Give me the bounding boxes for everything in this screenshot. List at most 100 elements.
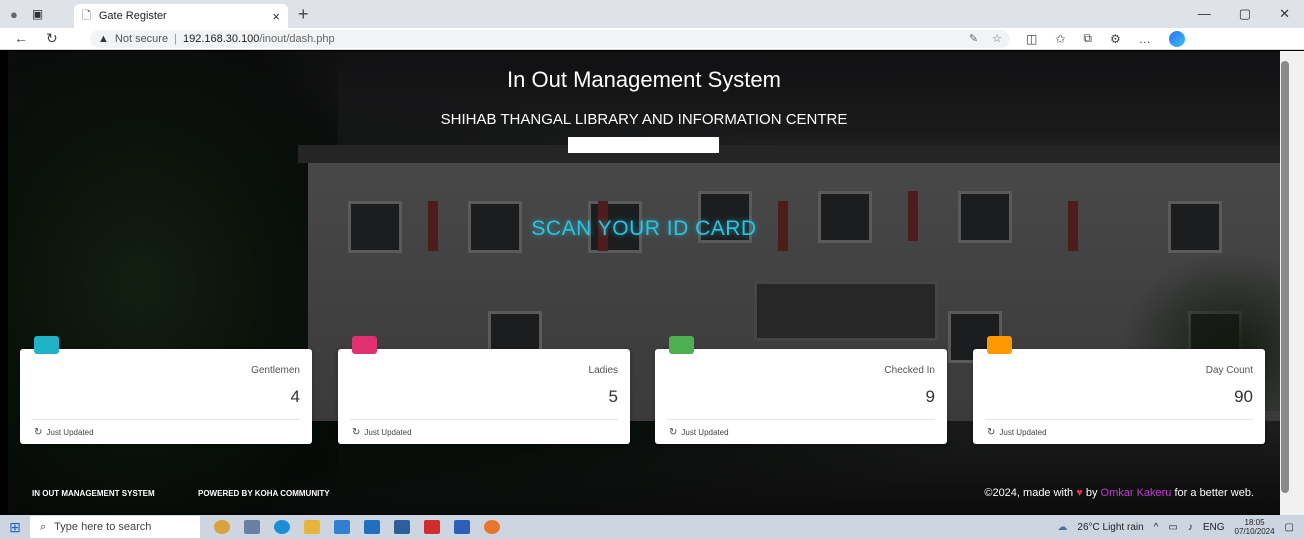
weather-text[interactable]: 26°C Light rain bbox=[1077, 522, 1143, 533]
clock-date: 07/10/2024 bbox=[1234, 527, 1275, 536]
favorite-star-icon[interactable]: ☆ bbox=[992, 32, 1002, 45]
card-color-tag bbox=[987, 336, 1012, 354]
id-card-input[interactable] bbox=[568, 137, 719, 153]
footer-link-system[interactable]: IN OUT MANAGEMENT SYSTEM bbox=[32, 489, 155, 498]
card-label: Gentlemen bbox=[251, 365, 300, 376]
card-footer: ↻ Just Updated bbox=[352, 427, 412, 438]
reader-icon[interactable] bbox=[394, 520, 410, 534]
update-icon: ↻ bbox=[352, 427, 361, 438]
page-content: In Out Management System SHIHAB THANGAL … bbox=[8, 51, 1280, 515]
copyright-suffix: for a better web. bbox=[1174, 487, 1255, 499]
card-footer-text: Just Updated bbox=[681, 428, 729, 437]
network-icon[interactable]: ▭ bbox=[1168, 522, 1177, 533]
windows-start-icon[interactable]: ⊞ bbox=[0, 515, 30, 539]
browser-toolbar: ◫ ✩ ⧉ ⚙ … bbox=[1026, 30, 1185, 47]
update-icon: ↻ bbox=[987, 427, 996, 438]
library-name: SHIHAB THANGAL LIBRARY AND INFORMATION C… bbox=[440, 111, 848, 128]
card-value: 9 bbox=[925, 387, 935, 406]
search-icon: ⌕ bbox=[40, 520, 47, 533]
widgets-icon[interactable] bbox=[214, 520, 230, 534]
favorites-icon[interactable]: ✩ bbox=[1055, 32, 1065, 46]
card-color-tag bbox=[34, 336, 59, 354]
collections-icon[interactable]: ⧉ bbox=[1083, 31, 1092, 46]
update-icon: ↻ bbox=[669, 427, 678, 438]
search-placeholder: Type here to search bbox=[54, 521, 152, 533]
clock-time: 18:05 bbox=[1244, 518, 1265, 527]
mail-icon[interactable] bbox=[364, 520, 380, 534]
footer-copyright: ©2024, made with ♥ by Omkar Kakeru for a… bbox=[984, 487, 1254, 499]
tab-title: Gate Register bbox=[98, 10, 167, 22]
nav-buttons: ← ↻ bbox=[0, 30, 90, 47]
copyright-by: by bbox=[1085, 487, 1098, 499]
card-value: 5 bbox=[608, 387, 618, 406]
copyright-prefix: ©2024, made with bbox=[984, 487, 1074, 499]
card-footer-text: Just Updated bbox=[364, 428, 412, 437]
card-footer: ↻ Just Updated bbox=[987, 427, 1047, 438]
url-separator: | bbox=[174, 32, 177, 45]
task-view-icon[interactable] bbox=[244, 520, 260, 534]
extensions-icon[interactable]: ⚙ bbox=[1110, 32, 1121, 46]
security-label[interactable]: Not secure bbox=[115, 33, 168, 45]
browser-left-icons: ● ▣ bbox=[0, 7, 66, 22]
system-tray: ☁ 26°C Light rain ^ ▭ ♪ ENG 18:05 07/10/… bbox=[1057, 518, 1304, 536]
address-bar: ← ↻ ▲ Not secure | 192.168.30.100/inout/… bbox=[0, 28, 1304, 50]
clock[interactable]: 18:05 07/10/2024 bbox=[1235, 518, 1275, 536]
url-input[interactable]: ▲ Not secure | 192.168.30.100/inout/dash… bbox=[90, 29, 1010, 48]
edge-icon[interactable] bbox=[274, 520, 290, 534]
refresh-icon[interactable]: ↻ bbox=[46, 30, 58, 47]
weather-icon[interactable]: ☁ bbox=[1057, 522, 1067, 533]
windows-taskbar: ⊞ ⌕ Type here to search ☁ 26°C Light rai… bbox=[0, 515, 1304, 539]
window-controls: — ▢ ✕ bbox=[1198, 6, 1304, 22]
profile-icon[interactable]: ● bbox=[10, 7, 18, 22]
file-explorer-icon[interactable] bbox=[304, 520, 320, 534]
taskbar-apps bbox=[214, 520, 500, 534]
notifications-icon[interactable]: ▢ bbox=[1285, 522, 1294, 533]
language-indicator[interactable]: ENG bbox=[1203, 522, 1225, 533]
heart-icon: ♥ bbox=[1076, 487, 1083, 499]
word-icon[interactable] bbox=[454, 520, 470, 534]
taskbar-search[interactable]: ⌕ Type here to search bbox=[30, 516, 200, 538]
footer-link-koha[interactable]: POWERED BY KOHA COMMUNITY bbox=[198, 489, 330, 498]
page-scrollbar[interactable] bbox=[1280, 51, 1304, 515]
tray-chevron-icon[interactable]: ^ bbox=[1154, 522, 1159, 533]
stat-card-day-count: Day Count 90 ↻ Just Updated bbox=[973, 336, 1265, 444]
firefox-icon[interactable] bbox=[484, 520, 500, 534]
card-color-tag bbox=[669, 336, 694, 354]
page-title: In Out Management System bbox=[507, 67, 781, 92]
copilot-icon[interactable] bbox=[1168, 30, 1185, 47]
card-footer-text: Just Updated bbox=[46, 428, 94, 437]
restore-button[interactable]: ▢ bbox=[1239, 6, 1251, 22]
minimize-button[interactable]: — bbox=[1198, 6, 1211, 22]
browser-tab[interactable]: 🗋 Gate Register × bbox=[74, 4, 288, 28]
card-footer: ↻ Just Updated bbox=[669, 427, 729, 438]
page-icon: 🗋 bbox=[82, 9, 91, 22]
read-aloud-icon[interactable]: ✎ bbox=[969, 32, 978, 45]
card-footer: ↻ Just Updated bbox=[34, 427, 94, 438]
card-label: Day Count bbox=[1205, 365, 1253, 376]
warning-icon[interactable]: ▲ bbox=[98, 33, 109, 45]
back-icon[interactable]: ← bbox=[14, 30, 28, 47]
more-icon[interactable]: … bbox=[1139, 32, 1151, 46]
author-link[interactable]: Omkar Kakeru bbox=[1101, 487, 1172, 499]
split-screen-icon[interactable]: ◫ bbox=[1026, 32, 1037, 46]
acrobat-icon[interactable] bbox=[424, 520, 440, 534]
new-tab-button[interactable]: + bbox=[298, 4, 309, 25]
close-window-button[interactable]: ✕ bbox=[1279, 6, 1290, 22]
card-value: 90 bbox=[1234, 387, 1253, 406]
card-label: Checked In bbox=[884, 365, 935, 376]
tab-close-button[interactable]: × bbox=[272, 9, 280, 24]
url-actions: ✎ ☆ bbox=[969, 32, 1002, 45]
stat-card-checked-in: Checked In 9 ↻ Just Updated bbox=[655, 336, 947, 444]
card-label: Ladies bbox=[588, 365, 618, 376]
update-icon: ↻ bbox=[34, 427, 43, 438]
page-footer: IN OUT MANAGEMENT SYSTEM POWERED BY KOHA… bbox=[8, 487, 1280, 503]
stat-card-ladies: Ladies 5 ↻ Just Updated bbox=[338, 336, 630, 444]
url-host: 192.168.30.100 bbox=[182, 32, 260, 45]
scan-prompt: SCAN YOUR ID CARD bbox=[531, 217, 757, 240]
stat-card-gentlemen: Gentlemen 4 ↻ Just Updated bbox=[20, 336, 312, 444]
tab-actions-icon[interactable]: ▣ bbox=[32, 7, 43, 21]
volume-icon[interactable]: ♪ bbox=[1188, 522, 1193, 533]
store-icon[interactable] bbox=[334, 520, 350, 534]
scrollbar-thumb[interactable] bbox=[1281, 61, 1289, 493]
card-value: 4 bbox=[290, 387, 300, 406]
